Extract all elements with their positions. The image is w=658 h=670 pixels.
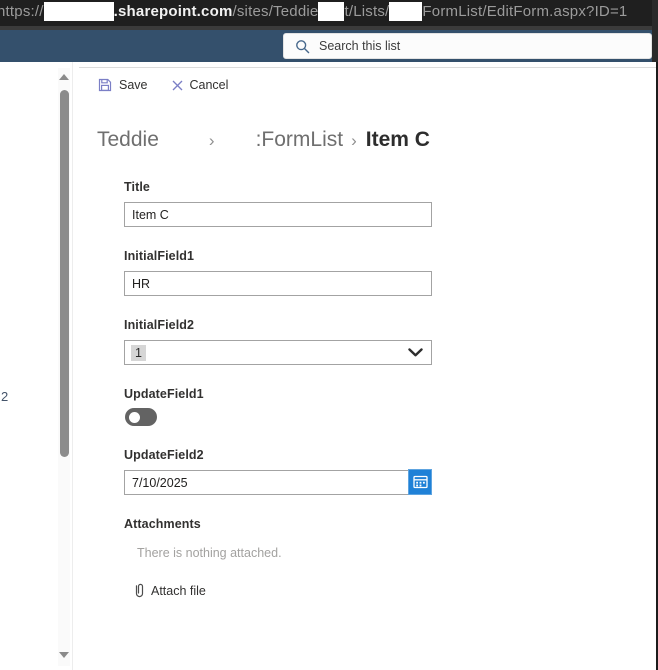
url-path-sites: /sites/Teddie bbox=[232, 3, 319, 20]
url-redaction-box bbox=[389, 2, 423, 21]
cancel-button-label: Cancel bbox=[189, 78, 229, 92]
title-field[interactable] bbox=[124, 202, 432, 227]
field-label-title: Title bbox=[124, 180, 150, 194]
scrollbar-down-arrow-icon[interactable] bbox=[59, 652, 69, 658]
field-label-updatefield1: UpdateField1 bbox=[124, 387, 204, 401]
field-label-updatefield2: UpdateField2 bbox=[124, 448, 204, 462]
initialfield2-dropdown[interactable]: 1 bbox=[124, 340, 432, 365]
url-redaction-box bbox=[43, 2, 114, 21]
url-scheme: https:// bbox=[0, 3, 44, 20]
breadcrumb-site-link[interactable]: Teddie bbox=[97, 128, 159, 152]
search-icon bbox=[296, 39, 310, 53]
save-button[interactable]: Save bbox=[98, 78, 148, 92]
cutoff-list-number: 2 bbox=[1, 389, 9, 404]
field-label-initialfield1: InitialField1 bbox=[124, 249, 195, 263]
attachments-empty-text: There is nothing attached. bbox=[137, 546, 282, 560]
date-picker-button[interactable] bbox=[408, 469, 432, 495]
suite-bar bbox=[0, 30, 652, 62]
url-path-lists: t/Lists/ bbox=[344, 3, 390, 20]
chevron-down-icon bbox=[408, 348, 423, 357]
panel-top-border bbox=[79, 67, 656, 68]
window-corner bbox=[652, 0, 658, 62]
scrollbar-thumb[interactable] bbox=[60, 90, 69, 457]
initialfield1-field[interactable] bbox=[124, 271, 432, 296]
command-bar: Save Cancel bbox=[98, 76, 228, 94]
url-text[interactable]: https:// .sharepoint.com/sites/Teddie t/Li… bbox=[0, 2, 627, 21]
updatefield1-toggle[interactable] bbox=[125, 408, 157, 426]
search-box[interactable] bbox=[283, 33, 652, 59]
panel-divider bbox=[72, 62, 73, 670]
field-label-initialfield2: InitialField2 bbox=[124, 318, 195, 332]
cancel-button[interactable]: Cancel bbox=[172, 78, 229, 92]
chevron-right-icon: › bbox=[208, 131, 215, 150]
toggle-knob bbox=[129, 411, 140, 423]
dropdown-selected-value: 1 bbox=[131, 344, 146, 361]
scrollbar-up-arrow-icon[interactable] bbox=[59, 74, 69, 80]
breadcrumb: Teddie › :FormList › Item C bbox=[97, 128, 430, 152]
attachments-label: Attachments bbox=[124, 517, 201, 531]
close-icon bbox=[172, 80, 183, 91]
save-button-label: Save bbox=[119, 78, 148, 92]
breadcrumb-item-title: Item C bbox=[365, 128, 430, 151]
url-domain: .sharepoint.com bbox=[113, 3, 233, 20]
updatefield2-date-field[interactable] bbox=[124, 470, 432, 495]
breadcrumb-list-link[interactable]: :FormList bbox=[256, 128, 344, 152]
attach-file-label: Attach file bbox=[151, 583, 206, 598]
paperclip-icon bbox=[135, 583, 144, 598]
url-redaction-box bbox=[318, 2, 345, 21]
attach-file-button[interactable]: Attach file bbox=[135, 583, 206, 598]
search-input[interactable] bbox=[319, 39, 619, 53]
calendar-icon bbox=[412, 475, 428, 489]
save-icon bbox=[98, 78, 112, 92]
url-path-form: FormList/EditForm.aspx?ID=1 bbox=[422, 3, 628, 20]
chevron-right-icon: › bbox=[351, 131, 357, 150]
browser-url-bar: https:// .sharepoint.com/sites/Teddie t/Li… bbox=[0, 0, 658, 26]
